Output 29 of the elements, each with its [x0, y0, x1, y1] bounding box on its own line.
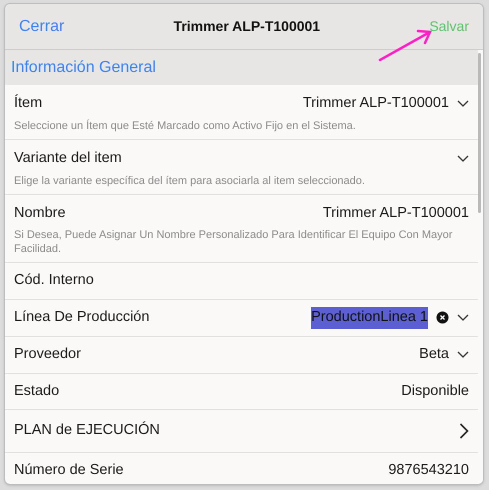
- chevron-down-icon: [457, 314, 469, 322]
- field-label: Línea De Producción: [14, 308, 150, 327]
- field-value: 9876543210: [388, 461, 469, 480]
- field-label: Estado: [14, 382, 60, 400]
- field-label: Ítem: [14, 93, 42, 113]
- field-value: Trimmer ALP-T100001: [302, 94, 449, 113]
- field-value: Trimmer ALP-T100001: [322, 204, 469, 222]
- field-label: Variante del item: [14, 148, 122, 168]
- chevron-down-icon: [457, 154, 469, 163]
- field-label: Número de Serie: [14, 461, 124, 480]
- chevron-down-icon: [457, 350, 469, 359]
- help-text: Si Desea, Puede Asignar Un Nombre Personalizado Para Identificar El Equipo Con Mayor Facilidad.: [14, 228, 454, 256]
- field-label: Cód. Interno: [14, 271, 94, 290]
- field-value: ProductionLinea 1: [311, 307, 428, 329]
- section-title: Información General: [11, 58, 156, 78]
- field-value: Disponible: [401, 382, 469, 400]
- clear-icon[interactable]: [436, 311, 449, 324]
- save-button[interactable]: Salvar: [429, 16, 469, 37]
- chevron-down-icon: [457, 100, 469, 108]
- help-text: Elige la variante específica del ítem para asociarla al item seleccionado.: [14, 174, 366, 188]
- dialog-title: Trimmer ALP-T100001: [174, 17, 320, 36]
- scrollbar-thumb[interactable]: [478, 53, 481, 213]
- field-label: Nombre: [14, 204, 66, 222]
- field-label: Proveedor: [14, 344, 81, 364]
- help-text: Seleccione un Ítem que Esté Marcado como Activo Fijo en el Sistema.: [14, 118, 357, 133]
- field-label: PLAN de EJECUCIÓN: [14, 420, 160, 440]
- close-button[interactable]: Cerrar: [19, 14, 64, 38]
- field-value: Beta: [419, 344, 449, 364]
- chevron-right-icon[interactable]: [459, 423, 469, 440]
